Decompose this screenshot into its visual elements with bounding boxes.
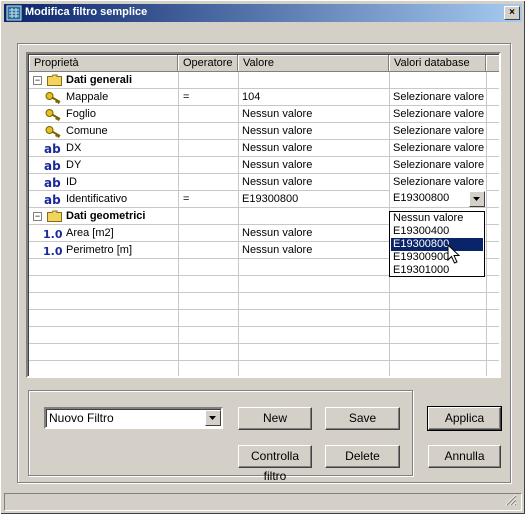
db-value-cell[interactable]: Selezionare valore [393, 174, 484, 191]
db-value-combo-text: E19300800 [393, 192, 450, 204]
title-bar[interactable]: Modifica filtro semplice × [4, 4, 522, 22]
folder-icon [47, 74, 62, 86]
close-button[interactable]: × [504, 6, 520, 20]
grid-line [29, 343, 499, 344]
resize-grip-icon[interactable] [505, 494, 517, 506]
db-value-dropdown-list[interactable]: Nessun valore E19300400 E19300800 E19300… [389, 211, 485, 277]
property-name: ID [66, 176, 77, 188]
property-name: Foglio [66, 108, 96, 120]
dropdown-option-selected[interactable]: E19300800 [390, 237, 484, 252]
grid-line [29, 377, 499, 378]
db-value-cell[interactable]: Selezionare valore [393, 123, 484, 140]
numeric-type-icon: 1.0 [43, 228, 63, 241]
property-name: Identificativo [66, 193, 128, 205]
folder-icon [47, 210, 62, 222]
value-cell[interactable]: 104 [242, 89, 260, 106]
filter-select[interactable]: Nuovo Filtro [44, 407, 223, 429]
close-icon: × [509, 7, 515, 18]
dropdown-option[interactable]: Nessun valore [391, 212, 483, 225]
delete-button[interactable]: Delete [325, 445, 400, 468]
save-button[interactable]: Save [325, 407, 400, 430]
filter-app-icon [6, 5, 22, 21]
key-icon [45, 92, 61, 104]
value-cell[interactable]: Nessun valore [242, 106, 312, 123]
collapse-icon[interactable]: − [33, 76, 42, 85]
property-grid[interactable]: Proprietà Operatore Valore Valori databa… [26, 52, 501, 378]
new-button[interactable]: New [238, 407, 312, 430]
status-bar [4, 493, 522, 511]
group-label-geometric: Dati geometrici [66, 210, 146, 222]
value-cell[interactable]: E19300800 [242, 191, 298, 208]
column-header-spacer [486, 55, 499, 72]
chevron-down-icon [473, 197, 480, 201]
key-icon [45, 126, 61, 138]
property-name: DX [66, 142, 82, 154]
grid-line [29, 360, 499, 361]
text-type-icon: ab [44, 142, 61, 156]
db-value-cell[interactable]: Selezionare valore [393, 157, 484, 174]
property-name: Comune [66, 125, 108, 137]
grid-line [29, 292, 499, 293]
property-name: DY [66, 159, 82, 171]
cancel-button[interactable]: Annulla [428, 445, 501, 468]
value-cell[interactable]: Nessun valore [242, 242, 312, 259]
filter-select-value: Nuovo Filtro [49, 411, 114, 425]
operator-cell[interactable]: = [183, 89, 189, 106]
apply-button[interactable]: Applica [427, 406, 502, 431]
value-cell[interactable]: Nessun valore [242, 225, 312, 242]
text-type-icon: ab [44, 176, 61, 190]
combo-dropdown-button[interactable] [469, 191, 485, 207]
dropdown-option[interactable]: E19300900 [391, 251, 483, 264]
value-cell[interactable]: Nessun valore [242, 157, 312, 174]
property-name: Perimetro [m] [66, 244, 133, 256]
value-cell[interactable]: Nessun valore [242, 123, 312, 140]
column-header-property[interactable]: Proprietà [29, 55, 178, 72]
chevron-down-icon [209, 416, 216, 420]
value-cell[interactable]: Nessun valore [242, 174, 312, 191]
column-header-db-values[interactable]: Valori database [389, 55, 486, 72]
db-value-cell[interactable]: Selezionare valore [393, 89, 484, 106]
grid-line [29, 326, 499, 327]
value-cell[interactable]: Nessun valore [242, 140, 312, 157]
grid-line [29, 309, 499, 310]
db-value-cell[interactable]: Selezionare valore [393, 140, 484, 157]
text-type-icon: ab [44, 193, 61, 207]
numeric-type-icon: 1.0 [43, 245, 63, 258]
db-value-combo[interactable]: E19300800 [390, 190, 486, 207]
key-icon [45, 109, 61, 121]
column-header-operator[interactable]: Operatore [178, 55, 238, 72]
dropdown-option[interactable]: E19300400 [391, 225, 483, 238]
group-label-general: Dati generali [66, 74, 133, 86]
window-title: Modifica filtro semplice [25, 6, 148, 18]
collapse-icon[interactable]: − [33, 212, 42, 221]
db-value-cell[interactable]: Selezionare valore [393, 106, 484, 123]
dropdown-option[interactable]: E19301000 [391, 264, 483, 277]
check-filter-button[interactable]: Controlla filtro [238, 445, 312, 483]
property-name: Mappale [66, 91, 109, 103]
column-header-value[interactable]: Valore [238, 55, 389, 72]
dialog-window: Modifica filtro semplice × Proprietà Ope… [0, 0, 526, 515]
property-name: Area [m2] [66, 227, 114, 239]
mouse-pointer-icon [447, 244, 461, 264]
operator-cell[interactable]: = [183, 191, 189, 208]
text-type-icon: ab [44, 159, 61, 173]
filter-select-button[interactable] [205, 410, 221, 426]
